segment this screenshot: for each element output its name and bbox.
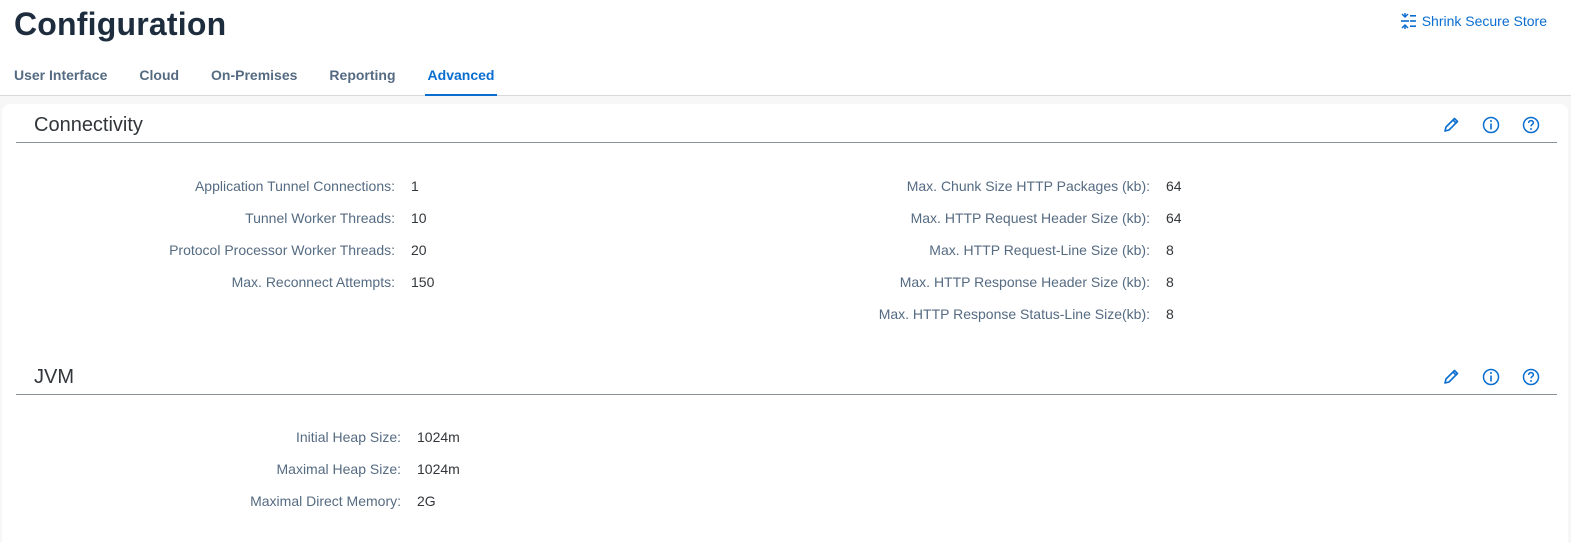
- field-value: 2G: [417, 493, 436, 509]
- help-icon: [1522, 116, 1540, 139]
- field-label: Application Tunnel Connections:: [194, 178, 395, 194]
- field-value: 1: [411, 178, 419, 194]
- help-icon: [1522, 368, 1540, 391]
- edit-icon: [1442, 116, 1460, 139]
- field-value: 8: [1166, 306, 1174, 322]
- field-label: Max. HTTP Response Header Size (kb):: [899, 274, 1150, 290]
- field-label: Max. HTTP Request Header Size (kb):: [910, 210, 1150, 226]
- tab-bar: User Interface Cloud On-Premises Reporti…: [14, 58, 529, 96]
- tab-advanced[interactable]: Advanced: [424, 58, 498, 96]
- jvm-divider: [16, 394, 1557, 395]
- field-label: Initial Heap Size:: [295, 429, 401, 445]
- field-value: 20: [411, 242, 427, 258]
- shrink-secure-store-button[interactable]: Shrink Secure Store: [1400, 13, 1547, 29]
- tab-reporting[interactable]: Reporting: [329, 58, 395, 96]
- field-label: Tunnel Worker Threads:: [245, 210, 395, 226]
- field-label: Max. HTTP Request-Line Size (kb):: [929, 242, 1150, 258]
- jvm-help-button[interactable]: [1520, 368, 1542, 390]
- field-label: Protocol Processor Worker Threads:: [169, 242, 395, 258]
- page-title: Configuration: [14, 6, 227, 42]
- jvm-title: JVM: [34, 366, 74, 388]
- tab-cloud[interactable]: Cloud: [139, 58, 179, 96]
- field-value: 10: [411, 210, 427, 226]
- settings-card: Connectivity Application Tunnel Connecti…: [2, 104, 1568, 543]
- field-label: Maximal Heap Size:: [276, 461, 402, 477]
- field-value: 1024m: [417, 429, 460, 445]
- field-value: 8: [1166, 274, 1174, 290]
- jvm-edit-button[interactable]: [1440, 368, 1462, 390]
- tab-user-interface[interactable]: User Interface: [14, 58, 107, 96]
- field-value: 64: [1166, 210, 1182, 226]
- field-value: 150: [411, 274, 435, 290]
- connectivity-help-button[interactable]: [1520, 116, 1542, 138]
- edit-icon: [1442, 368, 1460, 391]
- field-label: Max. Reconnect Attempts:: [231, 274, 395, 290]
- field-label: Max. Chunk Size HTTP Packages (kb):: [906, 178, 1150, 194]
- connectivity-divider: [16, 142, 1557, 143]
- page-header: Configuration Shrink Secure Store User I…: [0, 0, 1571, 96]
- field-label: Max. HTTP Response Status-Line Size(kb):: [878, 306, 1150, 322]
- field-value: 64: [1166, 178, 1182, 194]
- connectivity-edit-button[interactable]: [1440, 116, 1462, 138]
- connectivity-info-button[interactable]: [1480, 116, 1502, 138]
- content-area: Connectivity Application Tunnel Connecti…: [0, 96, 1571, 543]
- field-value: 8: [1166, 242, 1174, 258]
- info-icon: [1482, 116, 1500, 139]
- tab-on-premises[interactable]: On-Premises: [211, 58, 297, 96]
- shrink-secure-store-label: Shrink Secure Store: [1421, 13, 1547, 29]
- connectivity-title: Connectivity: [34, 114, 143, 136]
- field-label: Maximal Direct Memory:: [250, 493, 401, 509]
- field-value: 1024m: [417, 461, 460, 477]
- shrink-icon: [1400, 13, 1416, 29]
- info-icon: [1482, 368, 1500, 391]
- jvm-info-button[interactable]: [1480, 368, 1502, 390]
